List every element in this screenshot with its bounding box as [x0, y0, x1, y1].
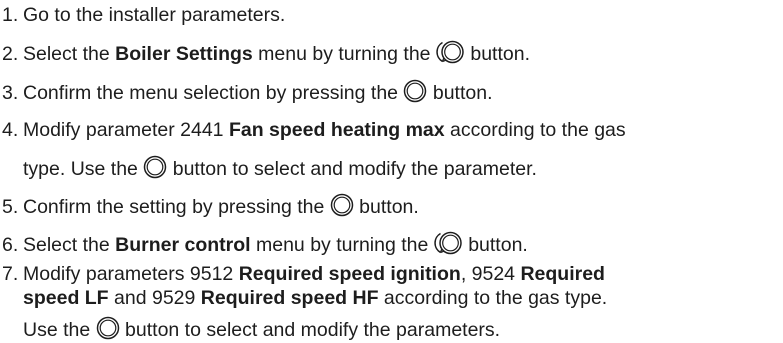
rotary-knob-turn-icon [434, 231, 463, 255]
rotary-knob-turn-icon [436, 40, 465, 64]
round-button-icon [330, 193, 354, 217]
step-7-continued-2: Use the button to select and modify the … [23, 316, 500, 342]
step-6: 6. Select the Burner control menu by turn… [2, 231, 528, 257]
round-button-icon [403, 79, 427, 103]
step-1: 1. Go to the installer parameters. [2, 4, 286, 26]
step-3: 3. Confirm the menu selection by pressing… [2, 79, 493, 105]
step-4: 4. Modify parameter 2441 Fan speed heatin… [2, 119, 626, 141]
step-7: 7. Modify parameters 9512 Required speed … [2, 263, 605, 285]
round-button-icon [143, 155, 167, 179]
step-4-continued: type. Use the button to select and modif… [23, 155, 537, 181]
step-5: 5. Confirm the setting by pressing the bu… [2, 193, 419, 219]
round-button-icon [96, 316, 120, 340]
instruction-list: 1. Go to the installer parameters. 2. Sele… [0, 0, 783, 343]
step-7-continued: speed LF and 9529 Required speed HF acco… [23, 287, 608, 309]
step-2: 2. Select the Boiler Settings menu by tur… [2, 40, 530, 66]
